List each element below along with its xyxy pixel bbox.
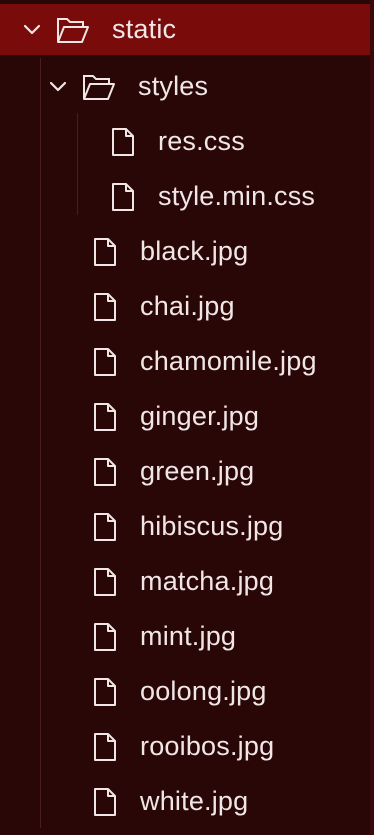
file-icon: [94, 732, 116, 761]
file-label: black.jpg: [140, 236, 249, 266]
file-icon: [94, 292, 116, 321]
file-label: style.min.css: [158, 181, 316, 211]
file-icon: [94, 677, 116, 706]
file-icon: [94, 237, 116, 266]
chevron-down-icon[interactable]: [22, 20, 42, 40]
file-icon: [112, 182, 134, 211]
file-label: green.jpg: [140, 456, 255, 486]
folder-row-styles[interactable]: styles: [0, 59, 374, 114]
file-icon: [94, 402, 116, 431]
file-row[interactable]: chamomile.jpg: [0, 334, 374, 389]
file-icon: [94, 457, 116, 486]
file-row[interactable]: chai.jpg: [0, 279, 374, 334]
file-row[interactable]: matcha.jpg: [0, 554, 374, 609]
file-icon: [94, 567, 116, 596]
file-row[interactable]: style.min.css: [0, 169, 374, 224]
folder-label-styles: styles: [138, 71, 209, 101]
file-row[interactable]: green.jpg: [0, 444, 374, 499]
file-row[interactable]: res.css: [0, 114, 374, 169]
file-icon: [112, 127, 134, 156]
file-row[interactable]: hibiscus.jpg: [0, 499, 374, 554]
folder-row-static[interactable]: static: [0, 4, 374, 55]
file-label: hibiscus.jpg: [140, 511, 284, 541]
file-label: chamomile.jpg: [140, 346, 317, 376]
folder-label-static: static: [112, 14, 177, 44]
file-label: mint.jpg: [140, 621, 237, 651]
file-icon: [94, 512, 116, 541]
file-explorer-tree: static styles res.css style.min.css blac…: [0, 0, 374, 835]
file-icon: [94, 347, 116, 376]
file-row[interactable]: oolong.jpg: [0, 664, 374, 719]
file-label: matcha.jpg: [140, 566, 275, 596]
file-icon: [94, 622, 116, 651]
file-label: res.css: [158, 126, 245, 156]
folder-open-icon: [57, 17, 89, 43]
panel-border: [370, 0, 374, 835]
folder-open-icon: [83, 74, 115, 100]
file-label: oolong.jpg: [140, 676, 267, 706]
file-row[interactable]: mint.jpg: [0, 609, 374, 664]
file-label: chai.jpg: [140, 291, 235, 321]
file-label: ginger.jpg: [140, 401, 260, 431]
file-row[interactable]: white.jpg: [0, 774, 374, 829]
file-label: rooibos.jpg: [140, 731, 275, 761]
file-row[interactable]: ginger.jpg: [0, 389, 374, 444]
file-row[interactable]: black.jpg: [0, 224, 374, 279]
file-icon: [94, 787, 116, 816]
file-label: white.jpg: [140, 786, 249, 816]
chevron-down-icon[interactable]: [48, 77, 68, 97]
file-row[interactable]: rooibos.jpg: [0, 719, 374, 774]
